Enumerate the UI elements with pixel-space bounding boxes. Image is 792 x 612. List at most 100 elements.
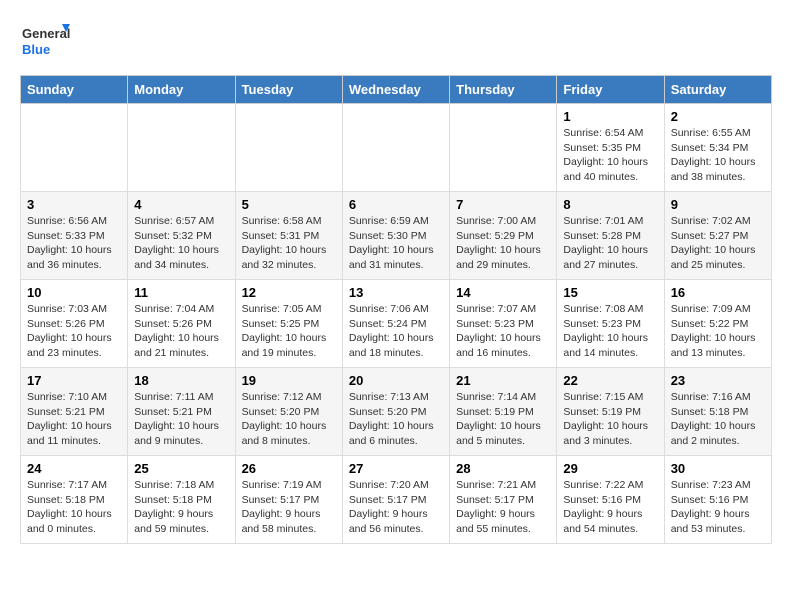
day-info: Sunrise: 7:00 AM Sunset: 5:29 PM Dayligh… bbox=[456, 214, 550, 273]
day-cell-24: 24 Sunrise: 7:17 AM Sunset: 5:18 PM Dayli… bbox=[21, 456, 128, 544]
svg-text:General: General bbox=[22, 26, 70, 41]
day-number: 7 bbox=[456, 197, 550, 212]
day-info: Sunrise: 7:08 AM Sunset: 5:23 PM Dayligh… bbox=[563, 302, 657, 361]
day-cell-17: 17Sunrise: 7:10 AM Sunset: 5:21 PM Dayli… bbox=[21, 368, 128, 456]
day-cell-19: 19 Sunrise: 7:12 AM Sunset: 5:20 PM Dayli… bbox=[235, 368, 342, 456]
day-number: 22 bbox=[563, 373, 657, 388]
day-cell-2: 2 Sunrise: 6:55 AM Sunset: 5:34 PM Daylig… bbox=[664, 104, 771, 192]
empty-cell bbox=[21, 104, 128, 192]
week-row-3: 10 Sunrise: 7:03 AM Sunset: 5:26 PM Dayli… bbox=[21, 280, 772, 368]
day-number: 10 bbox=[27, 285, 121, 300]
day-info: Sunrise: 7:01 AM Sunset: 5:28 PM Dayligh… bbox=[563, 214, 657, 273]
day-cell-1: 1 Sunrise: 6:54 AM Sunset: 5:35 PM Daylig… bbox=[557, 104, 664, 192]
day-number: 25 bbox=[134, 461, 228, 476]
day-number: 11 bbox=[134, 285, 228, 300]
day-number: 21 bbox=[456, 373, 550, 388]
week-row-5: 24 Sunrise: 7:17 AM Sunset: 5:18 PM Dayli… bbox=[21, 456, 772, 544]
day-info: Sunrise: 7:15 AM Sunset: 5:19 PM Dayligh… bbox=[563, 390, 657, 449]
day-info: Sunrise: 7:03 AM Sunset: 5:26 PM Dayligh… bbox=[27, 302, 121, 361]
day-number: 20 bbox=[349, 373, 443, 388]
day-cell-13: 13 Sunrise: 7:06 AM Sunset: 5:24 PM Dayli… bbox=[342, 280, 449, 368]
day-info: Sunrise: 7:17 AM Sunset: 5:18 PM Dayligh… bbox=[27, 478, 121, 537]
day-number: 13 bbox=[349, 285, 443, 300]
weekday-header-wednesday: Wednesday bbox=[342, 76, 449, 104]
day-number: 2 bbox=[671, 109, 765, 124]
day-cell-23: 23 Sunrise: 7:16 AM Sunset: 5:18 PM Dayli… bbox=[664, 368, 771, 456]
day-number: 18 bbox=[134, 373, 228, 388]
day-cell-4: 4Sunrise: 6:57 AM Sunset: 5:32 PM Daylig… bbox=[128, 192, 235, 280]
weekday-header-row: SundayMondayTuesdayWednesdayThursdayFrid… bbox=[21, 76, 772, 104]
day-number: 3 bbox=[27, 197, 121, 212]
day-info: Sunrise: 7:14 AM Sunset: 5:19 PM Dayligh… bbox=[456, 390, 550, 449]
day-cell-6: 6Sunrise: 6:59 AM Sunset: 5:30 PM Daylig… bbox=[342, 192, 449, 280]
day-number: 1 bbox=[563, 109, 657, 124]
day-info: Sunrise: 7:16 AM Sunset: 5:18 PM Dayligh… bbox=[671, 390, 765, 449]
empty-cell bbox=[128, 104, 235, 192]
day-number: 9 bbox=[671, 197, 765, 212]
weekday-header-saturday: Saturday bbox=[664, 76, 771, 104]
empty-cell bbox=[450, 104, 557, 192]
day-info: Sunrise: 7:07 AM Sunset: 5:23 PM Dayligh… bbox=[456, 302, 550, 361]
weekday-header-thursday: Thursday bbox=[450, 76, 557, 104]
day-number: 17 bbox=[27, 373, 121, 388]
day-info: Sunrise: 7:21 AM Sunset: 5:17 PM Dayligh… bbox=[456, 478, 550, 537]
day-info: Sunrise: 6:55 AM Sunset: 5:34 PM Dayligh… bbox=[671, 126, 765, 185]
day-info: Sunrise: 7:12 AM Sunset: 5:20 PM Dayligh… bbox=[242, 390, 336, 449]
day-info: Sunrise: 7:23 AM Sunset: 5:16 PM Dayligh… bbox=[671, 478, 765, 537]
day-info: Sunrise: 7:22 AM Sunset: 5:16 PM Dayligh… bbox=[563, 478, 657, 537]
day-number: 16 bbox=[671, 285, 765, 300]
day-info: Sunrise: 6:58 AM Sunset: 5:31 PM Dayligh… bbox=[242, 214, 336, 273]
day-number: 30 bbox=[671, 461, 765, 476]
day-cell-12: 12 Sunrise: 7:05 AM Sunset: 5:25 PM Dayli… bbox=[235, 280, 342, 368]
empty-cell bbox=[235, 104, 342, 192]
day-info: Sunrise: 7:06 AM Sunset: 5:24 PM Dayligh… bbox=[349, 302, 443, 361]
day-number: 24 bbox=[27, 461, 121, 476]
empty-cell bbox=[342, 104, 449, 192]
day-number: 29 bbox=[563, 461, 657, 476]
day-number: 28 bbox=[456, 461, 550, 476]
day-number: 15 bbox=[563, 285, 657, 300]
logo-svg: General Blue bbox=[20, 20, 70, 65]
logo: General Blue bbox=[20, 20, 70, 65]
day-number: 12 bbox=[242, 285, 336, 300]
page-header: General Blue bbox=[20, 20, 772, 65]
week-row-2: 3 Sunrise: 6:56 AM Sunset: 5:33 PM Daylig… bbox=[21, 192, 772, 280]
day-number: 8 bbox=[563, 197, 657, 212]
weekday-header-monday: Monday bbox=[128, 76, 235, 104]
weekday-header-tuesday: Tuesday bbox=[235, 76, 342, 104]
day-info: Sunrise: 7:05 AM Sunset: 5:25 PM Dayligh… bbox=[242, 302, 336, 361]
svg-text:Blue: Blue bbox=[22, 42, 50, 57]
day-cell-5: 5Sunrise: 6:58 AM Sunset: 5:31 PM Daylig… bbox=[235, 192, 342, 280]
day-number: 4 bbox=[134, 197, 228, 212]
day-info: Sunrise: 6:59 AM Sunset: 5:30 PM Dayligh… bbox=[349, 214, 443, 273]
day-cell-16: 16Sunrise: 7:09 AM Sunset: 5:22 PM Dayli… bbox=[664, 280, 771, 368]
day-cell-11: 11Sunrise: 7:04 AM Sunset: 5:26 PM Dayli… bbox=[128, 280, 235, 368]
week-row-1: 1 Sunrise: 6:54 AM Sunset: 5:35 PM Daylig… bbox=[21, 104, 772, 192]
day-cell-20: 20 Sunrise: 7:13 AM Sunset: 5:20 PM Dayli… bbox=[342, 368, 449, 456]
day-cell-22: 22 Sunrise: 7:15 AM Sunset: 5:19 PM Dayli… bbox=[557, 368, 664, 456]
day-info: Sunrise: 7:13 AM Sunset: 5:20 PM Dayligh… bbox=[349, 390, 443, 449]
weekday-header-friday: Friday bbox=[557, 76, 664, 104]
week-row-4: 17Sunrise: 7:10 AM Sunset: 5:21 PM Dayli… bbox=[21, 368, 772, 456]
day-cell-29: 29 Sunrise: 7:22 AM Sunset: 5:16 PM Dayli… bbox=[557, 456, 664, 544]
day-number: 23 bbox=[671, 373, 765, 388]
day-info: Sunrise: 6:56 AM Sunset: 5:33 PM Dayligh… bbox=[27, 214, 121, 273]
day-info: Sunrise: 7:18 AM Sunset: 5:18 PM Dayligh… bbox=[134, 478, 228, 537]
day-number: 14 bbox=[456, 285, 550, 300]
day-cell-18: 18Sunrise: 7:11 AM Sunset: 5:21 PM Dayli… bbox=[128, 368, 235, 456]
day-cell-21: 21 Sunrise: 7:14 AM Sunset: 5:19 PM Dayli… bbox=[450, 368, 557, 456]
day-cell-7: 7 Sunrise: 7:00 AM Sunset: 5:29 PM Daylig… bbox=[450, 192, 557, 280]
day-cell-9: 9 Sunrise: 7:02 AM Sunset: 5:27 PM Daylig… bbox=[664, 192, 771, 280]
weekday-header-sunday: Sunday bbox=[21, 76, 128, 104]
day-cell-15: 15 Sunrise: 7:08 AM Sunset: 5:23 PM Dayli… bbox=[557, 280, 664, 368]
day-info: Sunrise: 7:02 AM Sunset: 5:27 PM Dayligh… bbox=[671, 214, 765, 273]
day-cell-14: 14 Sunrise: 7:07 AM Sunset: 5:23 PM Dayli… bbox=[450, 280, 557, 368]
day-info: Sunrise: 6:54 AM Sunset: 5:35 PM Dayligh… bbox=[563, 126, 657, 185]
day-cell-3: 3 Sunrise: 6:56 AM Sunset: 5:33 PM Daylig… bbox=[21, 192, 128, 280]
day-cell-30: 30 Sunrise: 7:23 AM Sunset: 5:16 PM Dayli… bbox=[664, 456, 771, 544]
day-cell-28: 28 Sunrise: 7:21 AM Sunset: 5:17 PM Dayli… bbox=[450, 456, 557, 544]
day-number: 19 bbox=[242, 373, 336, 388]
day-number: 26 bbox=[242, 461, 336, 476]
day-cell-26: 26 Sunrise: 7:19 AM Sunset: 5:17 PM Dayli… bbox=[235, 456, 342, 544]
day-info: Sunrise: 7:19 AM Sunset: 5:17 PM Dayligh… bbox=[242, 478, 336, 537]
